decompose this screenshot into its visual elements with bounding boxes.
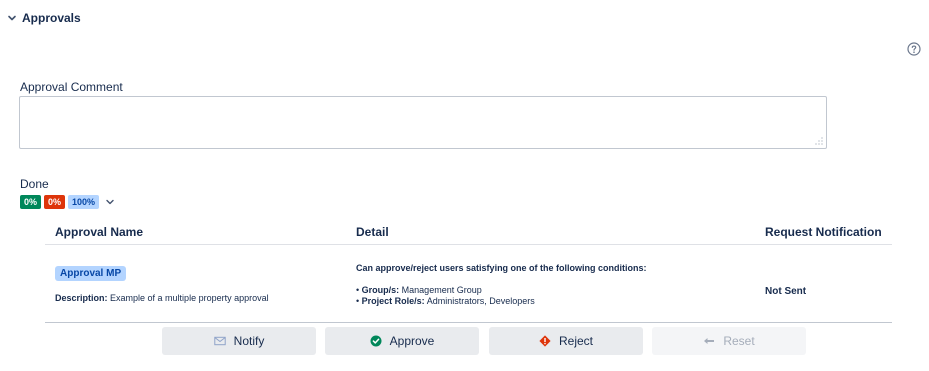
status-label: Done (20, 177, 49, 191)
approval-comment-label: Approval Comment (20, 80, 123, 94)
approve-label: Approve (389, 334, 435, 348)
check-circle-icon (370, 335, 382, 347)
notify-label: Notify (233, 334, 265, 348)
description-text: Example of a multiple property approval (110, 293, 269, 303)
column-header-approval-name: Approval Name (55, 225, 144, 239)
reset-button[interactable]: Reset (652, 327, 806, 355)
envelope-icon (213, 336, 226, 346)
description-label: Description: (55, 293, 108, 303)
row-divider (45, 322, 892, 323)
progress-summary: 0% 0% 100% (20, 195, 115, 209)
approvals-section-toggle[interactable]: Approvals (7, 11, 81, 25)
detail-heading: Can approve/reject users satisfying one … (356, 263, 647, 273)
notification-status: Not Sent (765, 286, 807, 297)
condition-item: • Project Role/s: Administrators, Develo… (356, 296, 535, 306)
rejected-percent-badge: 0% (44, 195, 66, 209)
header-divider (45, 244, 892, 245)
reject-diamond-icon (539, 335, 551, 347)
approval-name-lozenge: Approval MP (55, 266, 127, 281)
resize-handle-icon[interactable] (815, 137, 823, 145)
reset-label: Reset (723, 334, 755, 348)
pending-percent-badge: 100% (68, 195, 100, 209)
reject-button[interactable]: Reject (489, 327, 643, 355)
notify-button[interactable]: Notify (162, 327, 316, 355)
approval-comment-field[interactable] (19, 96, 827, 149)
reject-label: Reject (558, 334, 593, 348)
detail-conditions-list: • Group/s: Management Group • Project Ro… (356, 285, 535, 307)
column-header-request-notification: Request Notification (765, 225, 882, 239)
undo-arrow-icon (704, 338, 715, 344)
section-title: Approvals (22, 11, 81, 25)
approved-percent-badge: 0% (20, 195, 42, 209)
chevron-down-icon (8, 15, 16, 21)
approval-comment-input[interactable] (20, 97, 826, 148)
approve-button[interactable]: Approve (325, 327, 479, 355)
condition-item: • Group/s: Management Group (356, 285, 482, 295)
column-header-detail: Detail (356, 225, 389, 239)
chevron-down-icon[interactable] (105, 197, 115, 207)
approval-description: Description: Example of a multiple prope… (55, 293, 269, 303)
help-circle-icon[interactable] (907, 42, 921, 56)
